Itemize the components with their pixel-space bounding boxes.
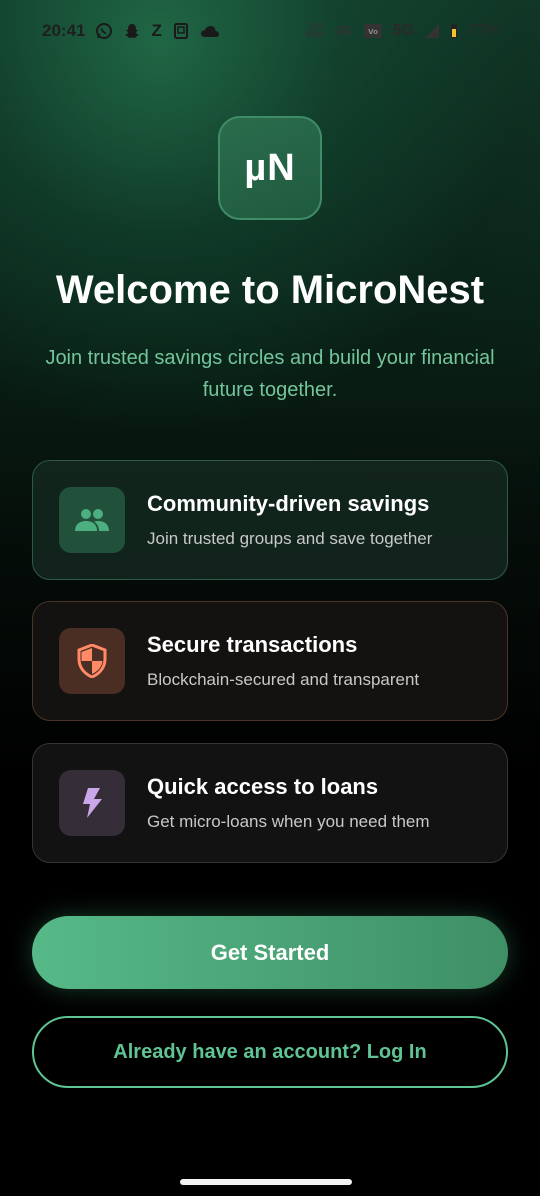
feature-text: Community-driven savings Join trusted gr…	[147, 491, 432, 549]
home-indicator[interactable]	[180, 1179, 352, 1185]
volte-icon: Vo	[363, 22, 383, 40]
network-speed: 1.05 KB/s	[306, 22, 325, 39]
feature-card-loans: Quick access to loans Get micro-loans wh…	[32, 743, 508, 863]
logo-text: µN	[244, 146, 296, 189]
get-started-button[interactable]: Get Started	[32, 916, 508, 989]
status-bar: 20:41 Z 1.05 KB/s Vo 5G 77%	[0, 0, 540, 62]
network-type: 5G	[392, 22, 414, 39]
status-left: 20:41 Z	[42, 21, 220, 41]
feature-card-secure: Secure transactions Blockchain-secured a…	[32, 601, 508, 721]
feature-title: Community-driven savings	[147, 491, 430, 516]
status-right: 1.05 KB/s Vo 5G 77%	[306, 22, 500, 40]
shield-icon	[59, 628, 125, 694]
svg-text:Vo: Vo	[368, 28, 378, 36]
feature-title: Quick access to loans	[147, 774, 379, 799]
cloud-icon	[200, 24, 220, 38]
feature-text: Quick access to loans Get micro-loans wh…	[147, 774, 430, 832]
feature-description: Blockchain-secured and transparent	[147, 670, 420, 689]
whatsapp-icon	[95, 22, 113, 40]
page-subtitle: Join trusted savings circles and build y…	[45, 347, 495, 401]
z-icon: Z	[151, 21, 162, 40]
battery-icon	[450, 23, 458, 39]
feature-description: Join trusted groups and save together	[147, 529, 433, 548]
feature-card-community: Community-driven savings Join trusted gr…	[32, 460, 508, 580]
people-icon	[59, 487, 125, 553]
feature-title: Secure transactions	[147, 632, 358, 657]
screen-icon	[172, 22, 190, 40]
app-logo: µN	[218, 116, 322, 220]
signal-icon	[424, 23, 440, 39]
hotspot-icon	[335, 22, 353, 40]
feature-description: Get micro-loans when you need them	[147, 812, 430, 831]
status-time: 20:41	[42, 21, 86, 40]
feature-text: Secure transactions Blockchain-secured a…	[147, 632, 419, 690]
login-button[interactable]: Already have an account? Log In	[32, 1016, 508, 1088]
page-title: Welcome to MicroNest	[55, 268, 485, 312]
battery-level: 77%	[467, 22, 500, 39]
lightning-icon	[59, 770, 125, 836]
snapchat-icon	[123, 22, 141, 40]
